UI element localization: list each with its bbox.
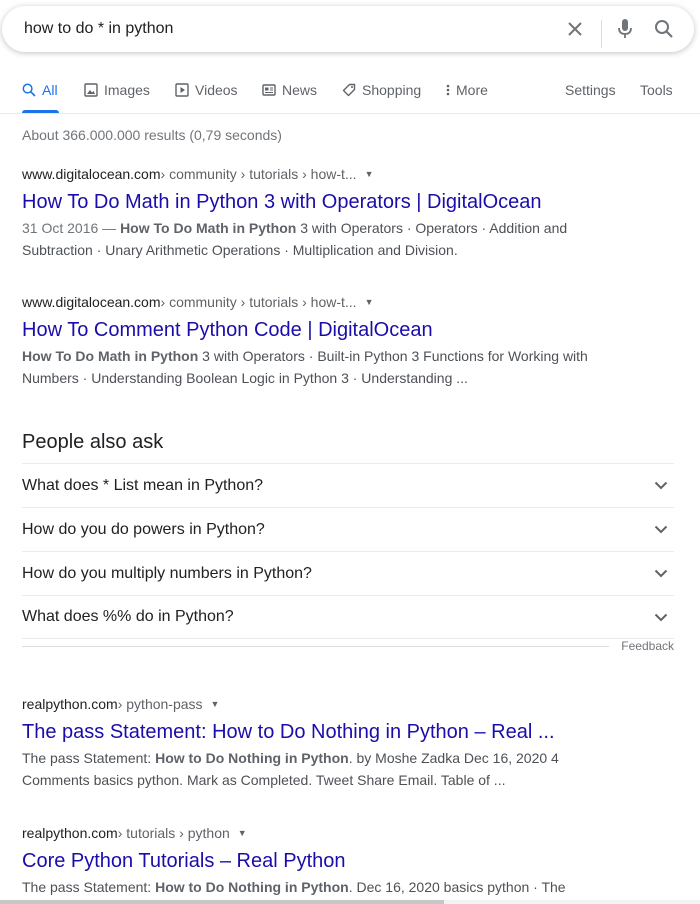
- snippet-text: Comments basics python. Mark as Complete…: [22, 772, 506, 788]
- paa-question[interactable]: How do you do powers in Python?: [22, 507, 674, 551]
- paa-question[interactable]: What does * List mean in Python?: [22, 463, 674, 507]
- result-snippet: How To Do Math in Python 3 with Operator…: [22, 345, 622, 389]
- tab-label: News: [282, 82, 318, 98]
- image-icon: [84, 83, 98, 97]
- tab-all[interactable]: All: [22, 82, 58, 98]
- result-date: 31 Oct 2016 —: [22, 220, 121, 236]
- caret-down-icon[interactable]: ▼: [238, 828, 247, 838]
- active-tab-indicator: [22, 110, 59, 113]
- result-domain: www.digitalocean.com: [22, 294, 161, 310]
- settings-link[interactable]: Settings: [565, 82, 616, 98]
- people-also-ask-heading: People also ask: [22, 431, 164, 453]
- feedback-link[interactable]: Feedback: [621, 639, 674, 653]
- result-stats: About 366.000.000 results (0,79 seconds): [22, 127, 282, 143]
- snippet-text: The pass Statement:: [22, 879, 156, 895]
- snippet-bold: How To Do Math in Python: [22, 348, 199, 364]
- tab-images[interactable]: Images: [84, 82, 150, 98]
- result-title-link[interactable]: How To Do Math in Python 3 with Operator…: [22, 189, 622, 215]
- search-result: realpython.com › python-pass ▼ The pass …: [22, 695, 622, 791]
- result-domain: realpython.com: [22, 825, 118, 841]
- close-icon[interactable]: [563, 17, 587, 41]
- result-path: › tutorials › python: [117, 825, 230, 841]
- snippet-text: . Dec 16, 2020 basics python · The: [348, 879, 566, 895]
- tab-news[interactable]: News: [262, 82, 317, 98]
- tools-label: Tools: [640, 82, 673, 98]
- snippet-text: Subtraction · Unary Arithmetic Operation…: [22, 242, 458, 258]
- mic-icon[interactable]: [613, 17, 637, 41]
- tab-label: Shopping: [362, 82, 422, 98]
- snippet-text: 3 with Operators · Built-in Python 3 Fun…: [198, 348, 588, 364]
- settings-label: Settings: [565, 82, 616, 98]
- search-divider: [601, 20, 602, 48]
- paa-question[interactable]: What does %% do in Python?: [22, 595, 674, 639]
- result-path: › community › tutorials › how-t...: [160, 166, 357, 182]
- snippet-bold: How To Do Math in Python: [120, 220, 297, 236]
- result-path: › python-pass: [117, 696, 203, 712]
- result-url: www.digitalocean.com › community › tutor…: [22, 293, 622, 311]
- people-also-ask-list: What does * List mean in Python? How do …: [22, 463, 674, 639]
- feedback-row: Feedback: [22, 636, 674, 656]
- snippet-text: 3 with Operators · Operators · Addition …: [296, 220, 568, 236]
- result-domain: realpython.com: [22, 696, 118, 712]
- snippet-text: Numbers · Understanding Boolean Logic in…: [22, 370, 468, 386]
- scrollbar-thumb[interactable]: [0, 900, 444, 904]
- search-result: realpython.com › tutorials › python ▼ Co…: [22, 824, 622, 898]
- snippet-text: . by Moshe Zadka Dec 16, 2020 4: [348, 750, 559, 766]
- caret-down-icon[interactable]: ▼: [365, 297, 374, 307]
- tab-videos[interactable]: Videos: [175, 82, 238, 98]
- paa-question-text: How do you do powers in Python?: [22, 520, 265, 538]
- result-url: www.digitalocean.com › community › tutor…: [22, 165, 622, 183]
- tab-more[interactable]: More: [444, 82, 488, 98]
- paa-question-text: What does * List mean in Python?: [22, 476, 264, 494]
- chevron-down-icon: [654, 481, 668, 490]
- news-icon: [262, 84, 276, 96]
- search-tabs: All Images Videos News Shopping More Set…: [0, 70, 700, 114]
- result-path: › community › tutorials › how-t...: [160, 294, 357, 310]
- tab-label: More: [456, 82, 488, 98]
- tab-label: All: [42, 82, 58, 98]
- chevron-down-icon: [654, 569, 668, 578]
- snippet-bold: How to Do Nothing in Python: [155, 750, 349, 766]
- result-url: realpython.com › tutorials › python ▼: [22, 824, 622, 842]
- result-snippet: 31 Oct 2016 — How To Do Math in Python 3…: [22, 217, 622, 261]
- more-vert-icon: [446, 84, 450, 96]
- result-url: realpython.com › python-pass ▼: [22, 695, 622, 713]
- divider: [22, 645, 610, 647]
- result-title-link[interactable]: The pass Statement: How to Do Nothing in…: [22, 719, 622, 745]
- paa-question-text: What does %% do in Python?: [22, 608, 234, 625]
- result-title-link[interactable]: Core Python Tutorials – Real Python: [22, 848, 622, 874]
- search-icon: [22, 83, 36, 97]
- caret-down-icon[interactable]: ▼: [211, 699, 220, 709]
- snippet-bold: How to Do Nothing in Python: [155, 879, 349, 895]
- result-domain: www.digitalocean.com: [22, 166, 161, 182]
- tools-link[interactable]: Tools: [640, 82, 673, 98]
- paa-question[interactable]: How do you multiply numbers in Python?: [22, 551, 674, 595]
- chevron-down-icon: [654, 525, 668, 534]
- result-snippet: The pass Statement: How to Do Nothing in…: [22, 876, 622, 898]
- search-input[interactable]: [24, 18, 544, 40]
- horizontal-scrollbar[interactable]: [0, 900, 700, 904]
- result-snippet: The pass Statement: How to Do Nothing in…: [22, 747, 622, 791]
- result-title-link[interactable]: How To Comment Python Code | DigitalOcea…: [22, 317, 622, 343]
- chevron-down-icon: [654, 613, 668, 621]
- paa-question-text: How do you multiply numbers in Python?: [22, 564, 312, 582]
- snippet-text: The pass Statement:: [22, 750, 156, 766]
- tag-icon: [342, 83, 356, 97]
- caret-down-icon[interactable]: ▼: [365, 169, 374, 179]
- tab-label: Videos: [195, 82, 238, 98]
- tab-shopping[interactable]: Shopping: [342, 82, 421, 98]
- search-result: www.digitalocean.com › community › tutor…: [22, 165, 622, 261]
- search-icon[interactable]: [652, 17, 676, 41]
- search-result: www.digitalocean.com › community › tutor…: [22, 293, 622, 389]
- play-icon: [175, 83, 189, 97]
- tab-label: Images: [104, 82, 150, 98]
- search-bar: [2, 6, 694, 52]
